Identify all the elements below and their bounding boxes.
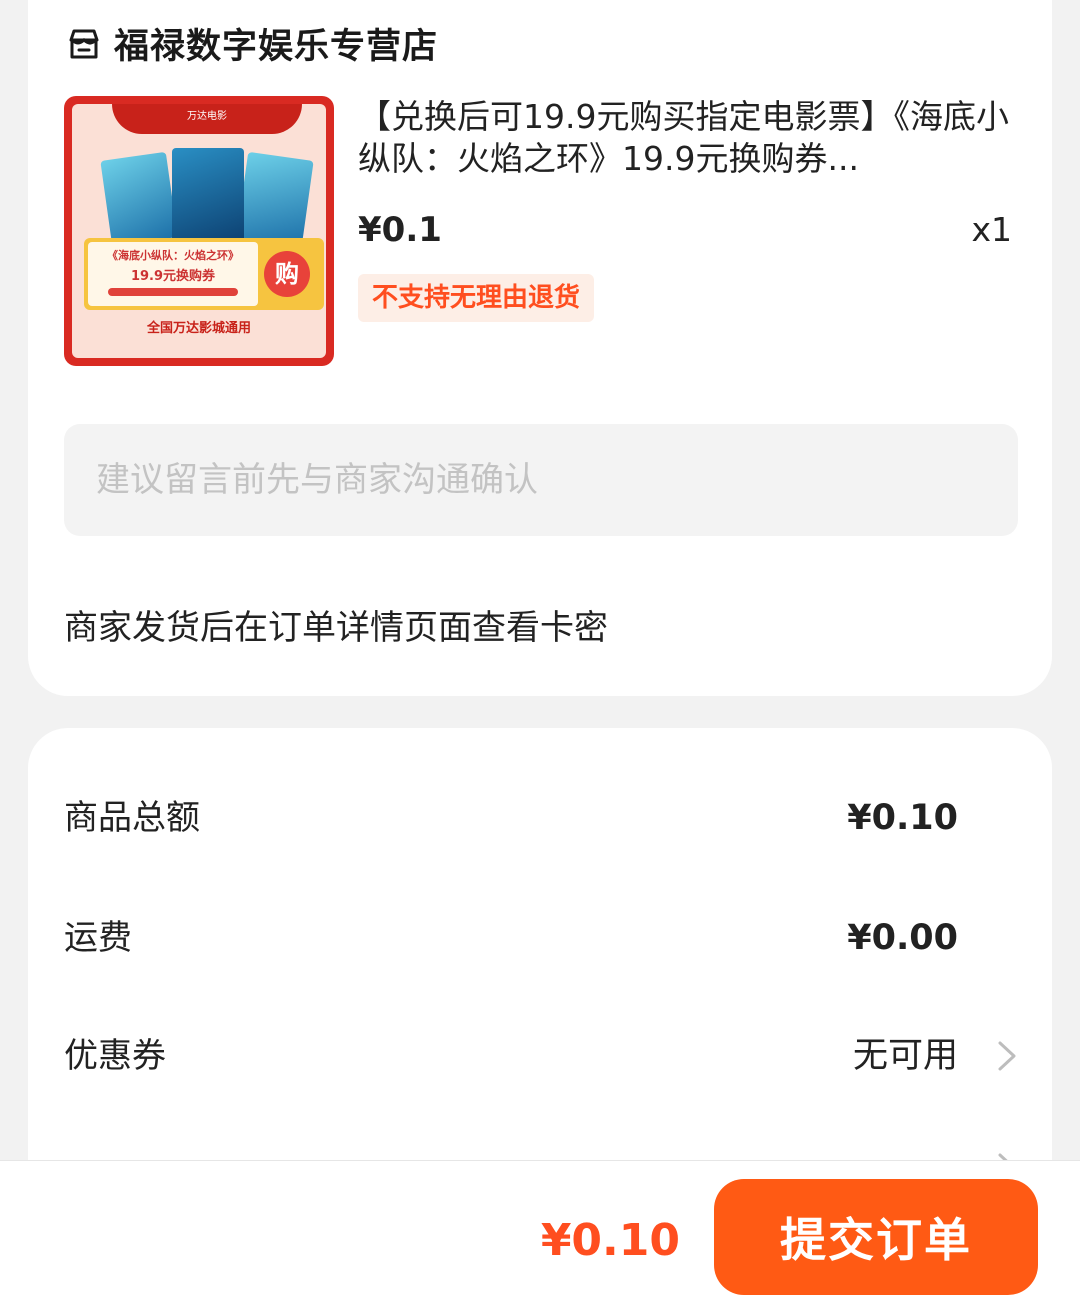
- store-card: 福禄数字娱乐专营店 万达电影 《海底小纵队：火焰之环》 19.9元换购券 购 全…: [28, 0, 1052, 696]
- product-quantity: x1: [971, 210, 1012, 249]
- thumbnail-footer: 全国万达影城通用: [146, 321, 251, 336]
- thumbnail-ticket: 《海底小纵队：火焰之环》 19.9元换购券 购: [84, 238, 324, 310]
- total-price: ¥0.10: [540, 1215, 680, 1266]
- store-header[interactable]: 福禄数字娱乐专营店: [66, 18, 438, 69]
- coupon-label: 优惠券: [64, 1036, 166, 1076]
- order-confirm-page: 福禄数字娱乐专营店 万达电影 《海底小纵队：火焰之环》 19.9元换购券 购 全…: [0, 0, 1080, 1310]
- ticket-voucher-text: 19.9元换购券: [130, 269, 216, 284]
- shipping-label: 运费: [64, 918, 132, 958]
- chevron-right-icon: [998, 1041, 1016, 1071]
- submit-order-button[interactable]: 提交订单: [714, 1179, 1038, 1295]
- ticket-strip: [108, 288, 238, 296]
- thumbnail-brand: 万达电影: [112, 104, 302, 134]
- ticket-movie-title: 《海底小纵队：火焰之环》: [107, 249, 239, 262]
- summary-row-coupon[interactable]: 优惠券 无可用: [64, 1026, 1018, 1086]
- subtotal-label: 商品总额: [64, 798, 200, 838]
- delivery-note: 商家发货后在订单详情页面查看卡密: [64, 608, 608, 648]
- product-title[interactable]: 【兑换后可19.9元购买指定电影票】《海底小纵队：火焰之环》19.9元换购券..…: [358, 96, 1018, 180]
- coupon-value: 无可用: [852, 1036, 958, 1076]
- thumbnail-posters: [100, 144, 314, 247]
- bottom-bar: ¥0.10 提交订单: [0, 1160, 1080, 1310]
- subtotal-value: ¥0.10: [847, 798, 958, 838]
- summary-row-subtotal: 商品总额 ¥0.10: [64, 788, 1018, 848]
- store-name: 福禄数字娱乐专营店: [114, 27, 439, 67]
- message-input[interactable]: [64, 424, 1018, 536]
- shipping-value: ¥0.00: [847, 918, 958, 958]
- product-price: ¥0.1: [358, 210, 442, 250]
- thumbnail-background: 万达电影 《海底小纵队：火焰之环》 19.9元换购券 购 全国万达影城通用: [72, 104, 326, 358]
- poster-image: [236, 151, 314, 247]
- poster-image: [100, 151, 178, 247]
- summary-row-shipping: 运费 ¥0.00: [64, 908, 1018, 968]
- ticket-buy-badge: 购: [264, 251, 310, 297]
- product-thumbnail[interactable]: 万达电影 《海底小纵队：火焰之环》 19.9元换购券 购 全国万达影城通用: [64, 96, 334, 366]
- no-return-tag: 不支持无理由退货: [358, 274, 595, 322]
- ticket-body: 《海底小纵队：火焰之环》 19.9元换购券: [88, 242, 258, 306]
- poster-image: [172, 148, 244, 244]
- store-icon: [69, 29, 99, 58]
